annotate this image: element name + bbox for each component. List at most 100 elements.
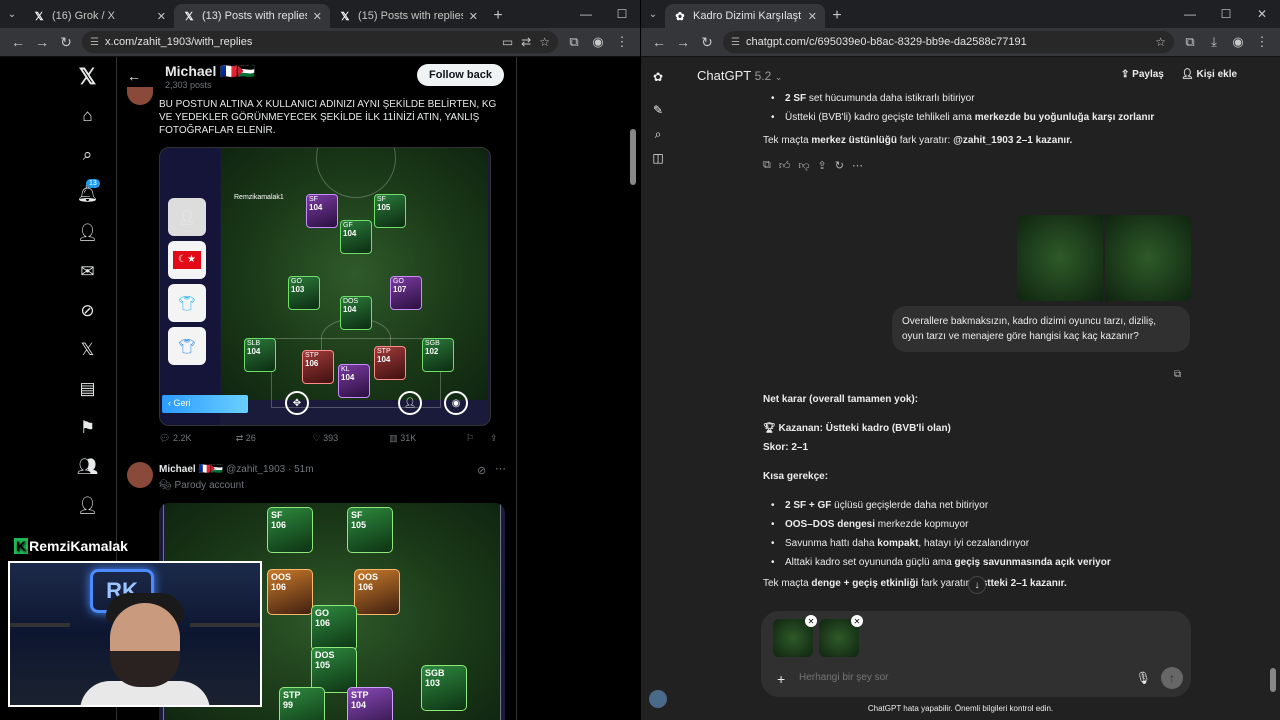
- add-attachment-icon[interactable]: +: [777, 671, 785, 687]
- player-card[interactable]: GO 103: [288, 276, 320, 310]
- manager-portrait[interactable]: 👤︎: [168, 198, 206, 236]
- camera-icon[interactable]: ◉: [444, 391, 468, 415]
- close-tab-icon[interactable]: ✕: [808, 10, 817, 23]
- attachment-thumbnail[interactable]: ✕: [773, 615, 817, 657]
- lists-icon[interactable]: ▤: [60, 369, 115, 408]
- minimize-icon[interactable]: —: [568, 0, 604, 28]
- translate-icon[interactable]: ⇄: [521, 35, 531, 49]
- chatgpt-logo-icon[interactable]: ✿: [649, 68, 667, 86]
- player-card[interactable]: STP 106: [302, 350, 334, 384]
- site-info-icon[interactable]: ☰: [731, 37, 740, 48]
- back-button[interactable]: ‹ Geri: [162, 395, 248, 413]
- add-people-button[interactable]: 👤︎ Kişi ekle: [1181, 69, 1237, 80]
- remove-attachment-icon[interactable]: ✕: [805, 615, 817, 627]
- player-card[interactable]: DOS 104: [340, 296, 372, 330]
- bookmarks-icon[interactable]: ⚑: [60, 408, 115, 447]
- reply-button[interactable]: 💬︎ 2.2K: [159, 433, 236, 444]
- share-icon[interactable]: ⇪: [490, 433, 504, 444]
- player-card[interactable]: STP 104: [347, 687, 393, 720]
- player-card[interactable]: GF 104: [340, 220, 372, 254]
- grok-icon[interactable]: ⊘: [477, 464, 486, 477]
- away-kit-icon[interactable]: 👕︎: [168, 327, 206, 365]
- close-tab-icon[interactable]: ✕: [469, 10, 478, 23]
- microphone-icon[interactable]: 🎙︎: [1136, 671, 1151, 685]
- player-card[interactable]: OOS 106: [354, 569, 400, 615]
- home-kit-icon[interactable]: 👕︎: [168, 284, 206, 322]
- copy-icon[interactable]: ⧉: [763, 159, 771, 172]
- model-selector[interactable]: ChatGPT 5.2 ⌄: [697, 68, 782, 83]
- send-button[interactable]: ↑: [1161, 667, 1183, 689]
- scrollbar[interactable]: [628, 57, 638, 720]
- thumbs-down-icon[interactable]: 👎︎: [798, 159, 809, 172]
- download-icon[interactable]: ⤓: [1202, 30, 1226, 54]
- notifications-icon[interactable]: 🔔︎ 13: [60, 174, 115, 213]
- forward-icon[interactable]: →: [30, 30, 54, 54]
- tab-search-button[interactable]: ⌄: [0, 0, 24, 28]
- player-card[interactable]: SLB 104: [244, 338, 276, 372]
- follow-back-button[interactable]: Follow back: [417, 64, 504, 86]
- close-tab-icon[interactable]: ✕: [313, 10, 322, 23]
- forward-icon[interactable]: →: [671, 30, 695, 54]
- tab-chatgpt[interactable]: ✿ Kadro Dizimi Karşılaştırması ✕: [665, 4, 825, 28]
- menu-icon[interactable]: ⋮: [610, 30, 634, 54]
- grok-icon[interactable]: ⊘: [60, 291, 115, 330]
- reload-icon[interactable]: ↻: [695, 30, 719, 54]
- share-icon[interactable]: ⇪: [818, 159, 827, 172]
- tab-posts-esref[interactable]: 𝕏 (15) Posts with replies by Esref ✕: [330, 4, 486, 28]
- player-card[interactable]: SGB 103: [421, 665, 467, 711]
- avatar[interactable]: [127, 462, 153, 488]
- player-card[interactable]: SF 105: [374, 194, 406, 228]
- site-info-icon[interactable]: ☰: [90, 37, 99, 48]
- tab-posts-michael[interactable]: 𝕏 (13) Posts with replies by Mich ✕: [174, 4, 330, 28]
- scroll-thumb[interactable]: [1270, 668, 1276, 692]
- reload-icon[interactable]: ↻: [54, 30, 78, 54]
- profile-icon[interactable]: ◉: [586, 30, 610, 54]
- url-field[interactable]: ☰ chatgpt.com/c/695039e0-b8ac-8329-bb9e-…: [723, 31, 1174, 53]
- like-button[interactable]: ♡ 393: [313, 433, 390, 444]
- player-card[interactable]: SF 105: [347, 507, 393, 553]
- extensions-icon[interactable]: ⧉: [562, 30, 586, 54]
- player-card[interactable]: SGB 102: [422, 338, 454, 372]
- minimize-icon[interactable]: —: [1172, 0, 1208, 28]
- back-arrow-icon[interactable]: ←: [127, 68, 141, 84]
- more-icon[interactable]: ⋯: [495, 462, 506, 475]
- new-tab-button[interactable]: +: [825, 4, 849, 28]
- explore-search-icon[interactable]: ⌕: [60, 135, 115, 174]
- home-icon[interactable]: ⌂: [60, 96, 115, 135]
- communities-icon[interactable]: 👥︎: [60, 447, 115, 486]
- copy-icon[interactable]: ⧉: [1174, 369, 1181, 380]
- profile-icon[interactable]: ◉: [1226, 30, 1250, 54]
- search-icon[interactable]: ⌕: [649, 125, 667, 143]
- player-card[interactable]: OOS 106: [267, 569, 313, 615]
- back-icon[interactable]: ←: [6, 30, 30, 54]
- chat-input[interactable]: [799, 672, 1119, 683]
- player-card[interactable]: GO 106: [311, 605, 357, 651]
- maximize-icon[interactable]: ☐: [1208, 0, 1244, 28]
- remove-attachment-icon[interactable]: ✕: [851, 615, 863, 627]
- turkey-flag-icon[interactable]: ☾★: [168, 241, 206, 279]
- maximize-icon[interactable]: ☐: [604, 0, 640, 28]
- move-icon[interactable]: ✥: [285, 391, 309, 415]
- tab-search-button[interactable]: ⌄: [641, 0, 665, 28]
- views-button[interactable]: ▥ 31K: [389, 433, 466, 444]
- extensions-icon[interactable]: ⧉: [1178, 30, 1202, 54]
- player-card[interactable]: KL 104: [338, 364, 370, 398]
- attached-images[interactable]: [1017, 215, 1191, 301]
- profile-nav-icon[interactable]: 👤︎: [60, 486, 115, 525]
- follow-icon[interactable]: 👤︎: [60, 213, 115, 252]
- x-home-logo-icon[interactable]: 𝕏: [60, 57, 115, 96]
- player-card[interactable]: STP 99: [279, 687, 325, 720]
- bookmark-icon[interactable]: ⚐: [466, 433, 490, 444]
- share-button[interactable]: ⇪ Paylaş: [1121, 69, 1164, 80]
- premium-x-icon[interactable]: 𝕏: [60, 330, 115, 369]
- tab-grok[interactable]: 𝕏 (16) Grok / X ✕: [24, 4, 174, 28]
- player-card[interactable]: STP 104: [374, 346, 406, 380]
- more-icon[interactable]: ⋯: [852, 159, 863, 172]
- person-icon[interactable]: 👤︎: [398, 391, 422, 415]
- scroll-thumb[interactable]: [630, 129, 636, 185]
- new-chat-icon[interactable]: ✎: [649, 101, 667, 119]
- library-icon[interactable]: ◫: [649, 149, 667, 167]
- close-tab-icon[interactable]: ✕: [157, 10, 166, 23]
- url-field[interactable]: ☰ x.com/zahit_1903/with_replies ▭ ⇄ ☆: [82, 31, 558, 53]
- attachment-thumbnail[interactable]: ✕: [819, 615, 863, 657]
